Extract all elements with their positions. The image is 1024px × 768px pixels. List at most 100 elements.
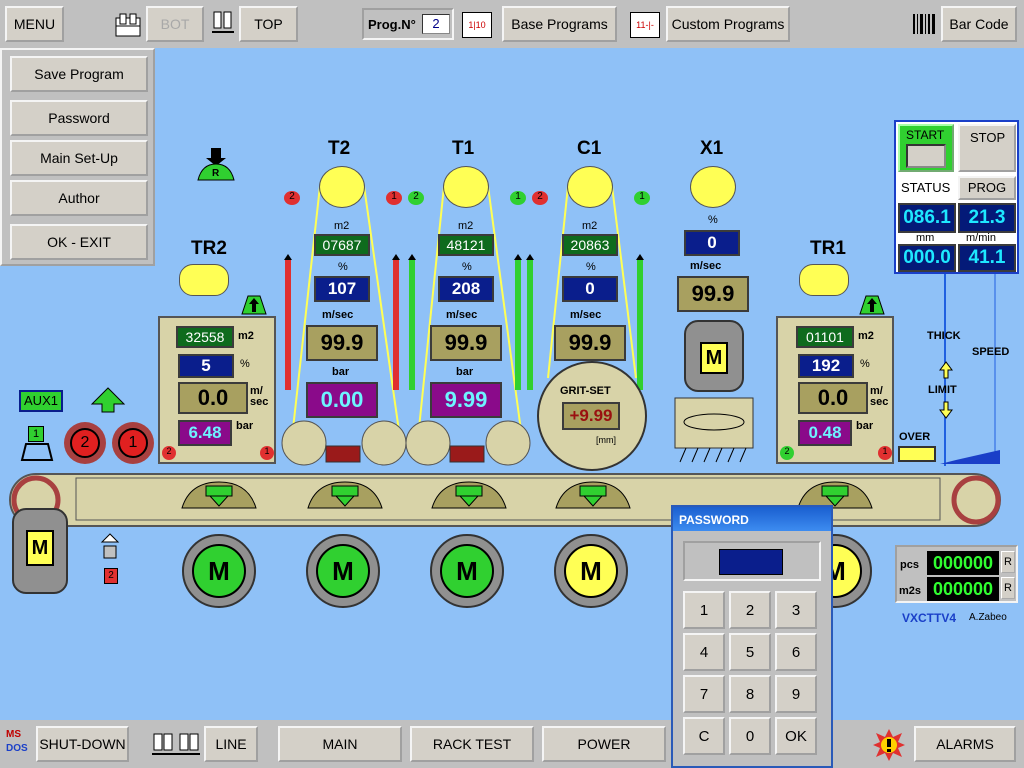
tr2-pct-unit: % bbox=[240, 358, 250, 370]
key-8[interactable]: 8 bbox=[729, 675, 771, 713]
ok-exit-button[interactable]: OK - EXIT bbox=[10, 224, 148, 260]
t1-speed-label: m/sec bbox=[446, 309, 478, 321]
thick-set-value[interactable]: 000.0 bbox=[898, 244, 956, 272]
stop-button[interactable]: STOP bbox=[958, 124, 1016, 172]
key-1[interactable]: 1 bbox=[683, 591, 725, 629]
custom-programs-button[interactable]: Custom Programs bbox=[666, 6, 790, 42]
save-program-button[interactable]: Save Program bbox=[10, 56, 148, 92]
bottom-toolbar: MS DOS SHUT-DOWN LINE MAIN RACK TEST POW… bbox=[0, 720, 1024, 768]
key-2[interactable]: 2 bbox=[729, 591, 771, 629]
limit-label: LIMIT bbox=[928, 384, 957, 396]
key-6[interactable]: 6 bbox=[775, 633, 817, 671]
m2s-reset-button[interactable]: R bbox=[1001, 577, 1015, 599]
tr2-pct-value: 5 bbox=[178, 354, 234, 378]
password-button[interactable]: Password bbox=[10, 100, 148, 136]
t1-pct-value: 208 bbox=[438, 276, 494, 302]
aux1-button[interactable]: AUX1 bbox=[19, 390, 63, 412]
bar-code-button[interactable]: Bar Code bbox=[941, 6, 1017, 42]
t2-title: T2 bbox=[328, 138, 351, 159]
tr1-panel: 01101 m2 192 % 0.0 m/ sec 0.48 bar 2 1 bbox=[776, 316, 894, 464]
prog-button[interactable]: PROG bbox=[958, 176, 1016, 200]
c1-flag-right: 1 bbox=[634, 191, 650, 205]
power-button[interactable]: POWER bbox=[542, 726, 666, 762]
tr2-indicator bbox=[179, 264, 229, 296]
author-button[interactable]: Author bbox=[10, 180, 148, 216]
msdos-logo: MS DOS bbox=[6, 728, 32, 760]
menu-panel: Save Program Password Main Set-Up Author… bbox=[0, 48, 155, 266]
tr1-right-num: 1 bbox=[878, 446, 892, 460]
t2-m2-label: m2 bbox=[334, 220, 350, 232]
x1-pct-label: % bbox=[708, 214, 718, 226]
c1-title: C1 bbox=[577, 138, 602, 159]
t1-title: T1 bbox=[452, 138, 475, 159]
shut-down-button[interactable]: SHUT-DOWN bbox=[36, 726, 129, 762]
start-label: START bbox=[906, 128, 945, 142]
custom-programs-icon: 11-|- bbox=[630, 12, 660, 38]
tr2-speed-value: 0.0 bbox=[178, 382, 248, 414]
rack-top-icon bbox=[212, 11, 234, 33]
msdos-logo-top: MS bbox=[6, 729, 21, 740]
key-9[interactable]: 9 bbox=[775, 675, 817, 713]
key-4[interactable]: 4 bbox=[683, 633, 725, 671]
start-button[interactable]: START bbox=[898, 124, 954, 172]
bot-button[interactable]: BOT bbox=[146, 6, 204, 42]
main-button[interactable]: MAIN bbox=[278, 726, 402, 762]
belt-clamp-icon bbox=[555, 481, 631, 509]
key-clear[interactable]: C bbox=[683, 717, 725, 755]
x1-title: X1 bbox=[700, 138, 724, 159]
c1-flag-left: 2 bbox=[532, 191, 548, 205]
thick-value: 086.1 bbox=[898, 203, 956, 233]
pcs-reset-button[interactable]: R bbox=[1001, 551, 1015, 573]
key-ok[interactable]: OK bbox=[775, 717, 817, 755]
rack-test-button[interactable]: RACK TEST bbox=[410, 726, 534, 762]
tr2-bar-value[interactable]: 6.48 bbox=[178, 420, 232, 446]
counters-panel: pcs 000000 R m2s 000000 R bbox=[895, 545, 1018, 603]
c1-grit-value[interactable]: +9.99 bbox=[562, 402, 620, 430]
m2s-counter: 000000 bbox=[927, 577, 999, 601]
author-label: A.Zabeo bbox=[969, 612, 1007, 623]
motor-4-label: M bbox=[564, 544, 618, 598]
t1-flag-left: 2 bbox=[408, 191, 424, 205]
t2-head-indicator bbox=[319, 166, 365, 208]
speed-set-value[interactable]: 41.1 bbox=[958, 244, 1016, 272]
key-3[interactable]: 3 bbox=[775, 591, 817, 629]
password-input[interactable] bbox=[719, 549, 783, 575]
base-programs-button[interactable]: Base Programs bbox=[502, 6, 617, 42]
main-setup-button[interactable]: Main Set-Up bbox=[10, 140, 148, 176]
alarms-button[interactable]: ALARMS bbox=[914, 726, 1016, 762]
station-1-indicator: 1 bbox=[112, 422, 154, 464]
pcs-counter: 000000 bbox=[927, 551, 999, 575]
version-label: VXCTTV4 bbox=[902, 611, 957, 625]
key-7[interactable]: 7 bbox=[683, 675, 725, 713]
password-display bbox=[683, 541, 821, 581]
tr2-speed-unit: m/ sec bbox=[250, 385, 269, 408]
t1-bar-value[interactable]: 9.99 bbox=[430, 382, 502, 418]
c1-head-indicator bbox=[567, 166, 613, 208]
tr1-title: TR1 bbox=[810, 238, 846, 259]
t2-pct-label: % bbox=[338, 261, 348, 273]
tr1-lift-icon bbox=[859, 295, 885, 315]
t1-bar-label: bar bbox=[456, 366, 474, 378]
top-toolbar: MENU BOT TOP Prog.N° 2 1|10 Base Program… bbox=[0, 0, 1024, 48]
t1-head-indicator bbox=[443, 166, 489, 208]
mmin-label: m/min bbox=[966, 232, 996, 244]
m2s-label: m2s bbox=[899, 585, 922, 597]
t2-bar-label: bar bbox=[332, 366, 350, 378]
c1-pct-value: 0 bbox=[562, 276, 618, 302]
belt-clamp-icon bbox=[431, 481, 507, 509]
top-button[interactable]: TOP bbox=[239, 6, 298, 42]
menu-button[interactable]: MENU bbox=[5, 6, 64, 42]
station-2-indicator: 2 bbox=[64, 422, 106, 464]
status-label: STATUS bbox=[901, 180, 951, 195]
key-0[interactable]: 0 bbox=[729, 717, 771, 755]
line-button[interactable]: LINE bbox=[204, 726, 258, 762]
alarm-burst-icon bbox=[873, 729, 905, 761]
prog-value[interactable]: 2 bbox=[422, 14, 450, 34]
speed-value: 21.3 bbox=[958, 203, 1016, 233]
t2-bar-value[interactable]: 0.00 bbox=[306, 382, 378, 418]
key-5[interactable]: 5 bbox=[729, 633, 771, 671]
tr1-bar-value[interactable]: 0.48 bbox=[798, 420, 852, 446]
control-panel: START STOP STATUS PROG 086.1 21.3 mm m/m… bbox=[894, 120, 1019, 274]
base-programs-icon: 1|10 bbox=[462, 12, 492, 38]
plc-rack-icon bbox=[115, 13, 141, 37]
